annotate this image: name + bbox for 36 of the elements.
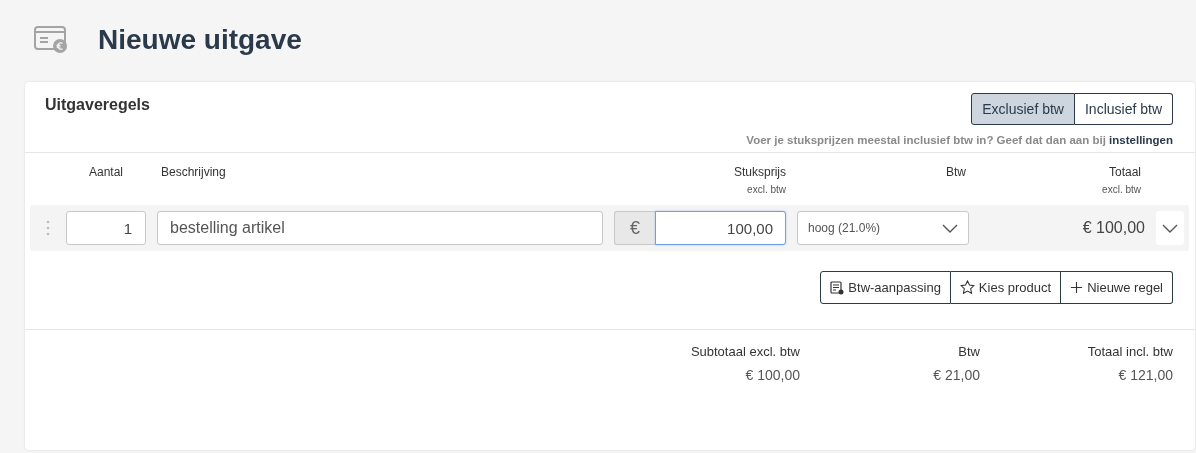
column-header: Beschrijving [161,165,227,179]
summary-value: € 121,00 [1118,367,1173,383]
column-subheader: excl. btw [1102,184,1141,195]
description-field[interactable]: bestelling artikel [157,211,603,245]
price-mode-toggle[interactable]: Exclusief btw [971,93,1075,125]
column-header: Aantal [89,165,123,179]
expense-icon [34,26,68,54]
page-title: Nieuwe uitgave [98,24,302,56]
vat-select[interactable]: hoog (21.0%) [797,211,969,245]
chevron-down-icon [942,223,958,233]
price-mode-toggle[interactable]: Inclusief btw [1074,93,1173,125]
column-header: Stuksprijs [734,165,786,179]
unit-price-field[interactable]: 100,00 [655,211,786,245]
action-button[interactable]: Btw-aanpassing [820,271,951,304]
line-total: € 100,00 [1082,219,1145,237]
column-subheader: excl. btw [747,184,786,195]
action-button[interactable]: Nieuwe regel [1061,271,1173,304]
chevron-down-icon [1162,223,1178,233]
summary-label: Subtotaal excl. btw [690,344,800,359]
action-button[interactable]: Kies product [950,271,1062,304]
column-header: Totaal [1108,165,1141,179]
document-icon [830,280,845,295]
summary-value: € 100,00 [745,367,800,383]
hint-text: Voer je stuksprijzen meestal inclusief btw in? Geef dat dan aan bij [746,134,1106,146]
expand-button[interactable] [1156,211,1184,245]
section-title: Uitgaveregels [45,96,150,115]
quantity-field[interactable]: 1 [66,211,146,245]
currency-addon: € [614,211,655,245]
column-header: Btw [946,165,966,179]
settings-link[interactable]: instellingen [1109,134,1173,146]
star-icon [959,280,975,295]
summary-label: Btw [958,344,980,359]
drag-handle-icon[interactable] [46,220,50,236]
summary-label: Totaal incl. btw [1087,344,1173,359]
summary-value: € 21,00 [933,367,980,383]
plus-icon [1070,281,1084,294]
